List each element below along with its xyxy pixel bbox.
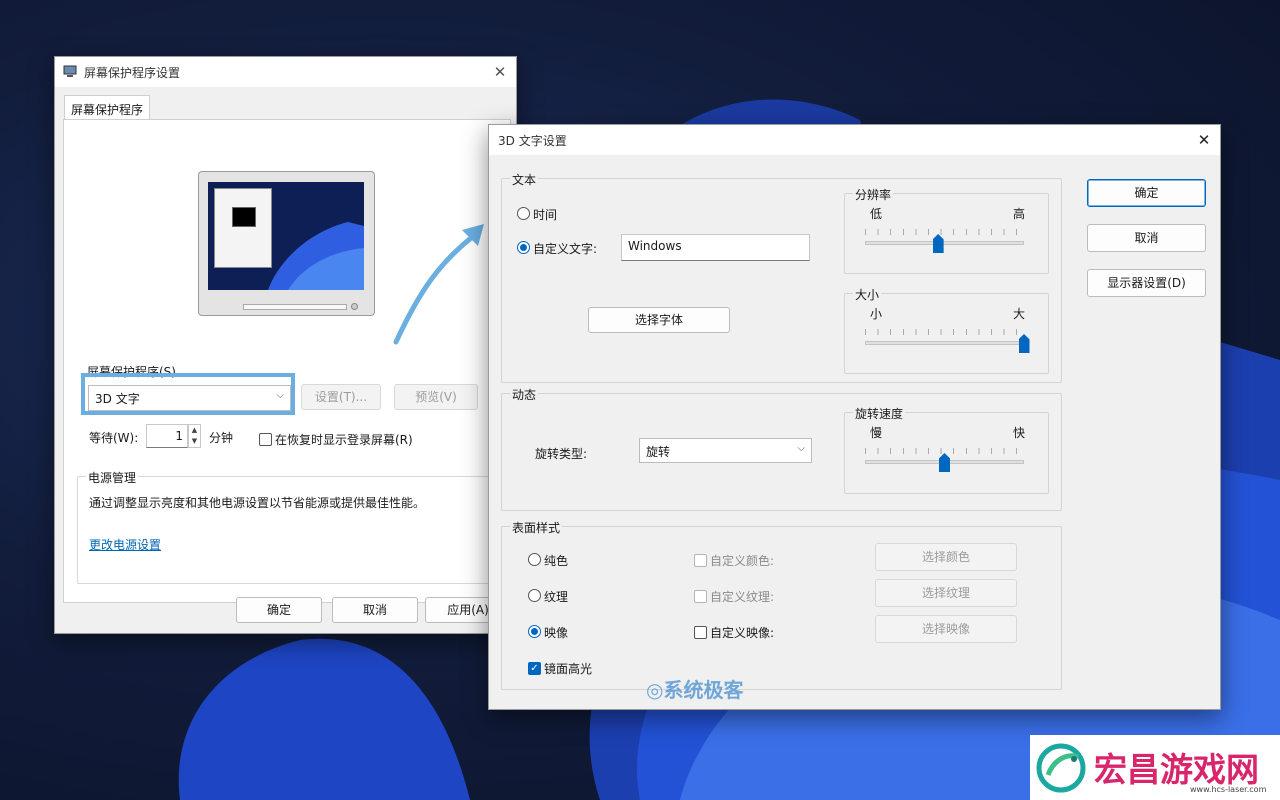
watermark-logo-icon: ◎ bbox=[646, 678, 664, 702]
watermark-text: 系统极客 bbox=[663, 678, 744, 702]
wait-input[interactable]: 1 bbox=[146, 424, 188, 448]
monitor-bezel-bar bbox=[243, 304, 347, 310]
choose-font-button[interactable]: 选择字体 bbox=[588, 307, 730, 333]
resume-checkbox[interactable] bbox=[259, 433, 272, 446]
custom-color-checkbox[interactable] bbox=[694, 554, 707, 567]
resolution-group-label: 分辨率 bbox=[853, 186, 894, 203]
size-ticks bbox=[865, 329, 1024, 335]
display-settings-icon bbox=[63, 65, 77, 77]
resume-checkbox-label: 在恢复时显示登录屏幕(R) bbox=[275, 433, 413, 447]
size-slider-track[interactable] bbox=[865, 341, 1024, 345]
titlebar: 屏幕保护程序设置 ✕ bbox=[55, 57, 516, 87]
motion-group-label: 动态 bbox=[510, 386, 539, 403]
custom-texture-checkbox[interactable] bbox=[694, 590, 707, 603]
time-radio[interactable] bbox=[517, 207, 530, 220]
custom-texture-label: 自定义纹理: bbox=[710, 590, 775, 604]
reflection-radio[interactable] bbox=[528, 625, 541, 638]
ok-button[interactable]: 确定 bbox=[236, 597, 322, 623]
monitor-preview bbox=[198, 171, 375, 316]
screensaver-dropdown[interactable]: 3D 文字 ⌵ bbox=[88, 385, 291, 411]
preview-screen bbox=[208, 182, 364, 290]
brand-url: www.hcs-laser.com bbox=[1190, 785, 1267, 794]
change-power-settings-link[interactable]: 更改电源设置 bbox=[89, 536, 161, 553]
rotation-type-label: 旋转类型: bbox=[535, 447, 588, 461]
display-settings-button[interactable]: 显示器设置(D) bbox=[1087, 269, 1206, 297]
resolution-slider-track[interactable] bbox=[865, 241, 1024, 245]
dragon-logo-icon bbox=[1036, 743, 1086, 793]
size-group-label: 大小 bbox=[853, 286, 882, 303]
close-button[interactable]: ✕ bbox=[486, 61, 514, 83]
brand-logo-panel: 宏昌游戏网 www.hcs-laser.com bbox=[1030, 735, 1280, 800]
rotation-type-value: 旋转 bbox=[646, 445, 671, 459]
custom-text-input[interactable]: Windows bbox=[621, 234, 810, 261]
choose-texture-button[interactable]: 选择纹理 bbox=[875, 579, 1017, 607]
texture-label: 纹理 bbox=[544, 590, 569, 604]
choose-color-button[interactable]: 选择颜色 bbox=[875, 543, 1017, 571]
power-led bbox=[351, 303, 358, 310]
window-title: 屏幕保护程序设置 bbox=[84, 66, 181, 80]
window-title: 3D 文字设置 bbox=[498, 134, 567, 148]
specular-checkbox[interactable]: ✓ bbox=[528, 662, 541, 675]
resolution-high-label: 高 bbox=[1013, 207, 1026, 221]
custom-text-radio[interactable] bbox=[517, 241, 530, 254]
ok-button[interactable]: 确定 bbox=[1087, 179, 1206, 207]
screensaver-value: 3D 文字 bbox=[95, 392, 140, 406]
power-group-label: 电源管理 bbox=[86, 469, 139, 486]
custom-reflection-checkbox[interactable] bbox=[694, 626, 707, 639]
chevron-down-icon: ⌵ bbox=[797, 443, 805, 454]
custom-reflection-label: 自定义映像: bbox=[710, 626, 775, 640]
surface-group-label: 表面样式 bbox=[510, 519, 563, 536]
watermark: ◎系统极客 bbox=[646, 674, 743, 703]
size-small-label: 小 bbox=[870, 307, 883, 321]
brand-name: 宏昌游戏网 bbox=[1094, 750, 1259, 789]
custom-color-label: 自定义颜色: bbox=[710, 554, 775, 568]
resolution-ticks bbox=[865, 229, 1024, 235]
choose-reflection-button[interactable]: 选择映像 bbox=[875, 615, 1017, 643]
chevron-down-icon: ⌵ bbox=[276, 390, 284, 401]
reflection-label: 映像 bbox=[544, 626, 569, 640]
text3d-settings-window: 3D 文字设置 ✕ 文本 时间 自定义文字: Windows 选择字体 分辨率 … bbox=[488, 124, 1221, 710]
size-large-label: 大 bbox=[1013, 307, 1026, 321]
resolution-low-label: 低 bbox=[870, 207, 883, 221]
minutes-label: 分钟 bbox=[209, 431, 234, 445]
custom-text-label: 自定义文字: bbox=[533, 242, 598, 256]
titlebar: 3D 文字设置 ✕ bbox=[489, 125, 1220, 155]
rotation-speed-label: 旋转速度 bbox=[853, 405, 906, 422]
annotation-arrow bbox=[393, 224, 484, 345]
solid-radio[interactable] bbox=[528, 553, 541, 566]
rotation-type-dropdown[interactable]: 旋转 ⌵ bbox=[639, 438, 812, 463]
preview-mini-dialog bbox=[214, 188, 272, 268]
preview-button[interactable]: 预览(V) bbox=[394, 384, 478, 410]
speed-slow-label: 慢 bbox=[870, 426, 883, 440]
wait-label: 等待(W): bbox=[89, 431, 139, 445]
cancel-button[interactable]: 取消 bbox=[1087, 224, 1206, 252]
time-label: 时间 bbox=[533, 208, 558, 222]
wait-stepper[interactable]: ▲ ▼ bbox=[188, 424, 201, 448]
power-management-group: 电源管理 bbox=[77, 469, 497, 584]
text-group-label: 文本 bbox=[510, 171, 539, 188]
solid-label: 纯色 bbox=[544, 554, 569, 568]
power-description: 通过调整显示亮度和其他电源设置以节省能源或提供最佳性能。 bbox=[89, 496, 426, 510]
texture-radio[interactable] bbox=[528, 589, 541, 602]
settings-button[interactable]: 设置(T)... bbox=[301, 384, 381, 410]
specular-label: 镜面高光 bbox=[544, 662, 593, 676]
close-button[interactable]: ✕ bbox=[1190, 129, 1218, 151]
cancel-button[interactable]: 取消 bbox=[332, 597, 418, 623]
speed-fast-label: 快 bbox=[1013, 426, 1026, 440]
